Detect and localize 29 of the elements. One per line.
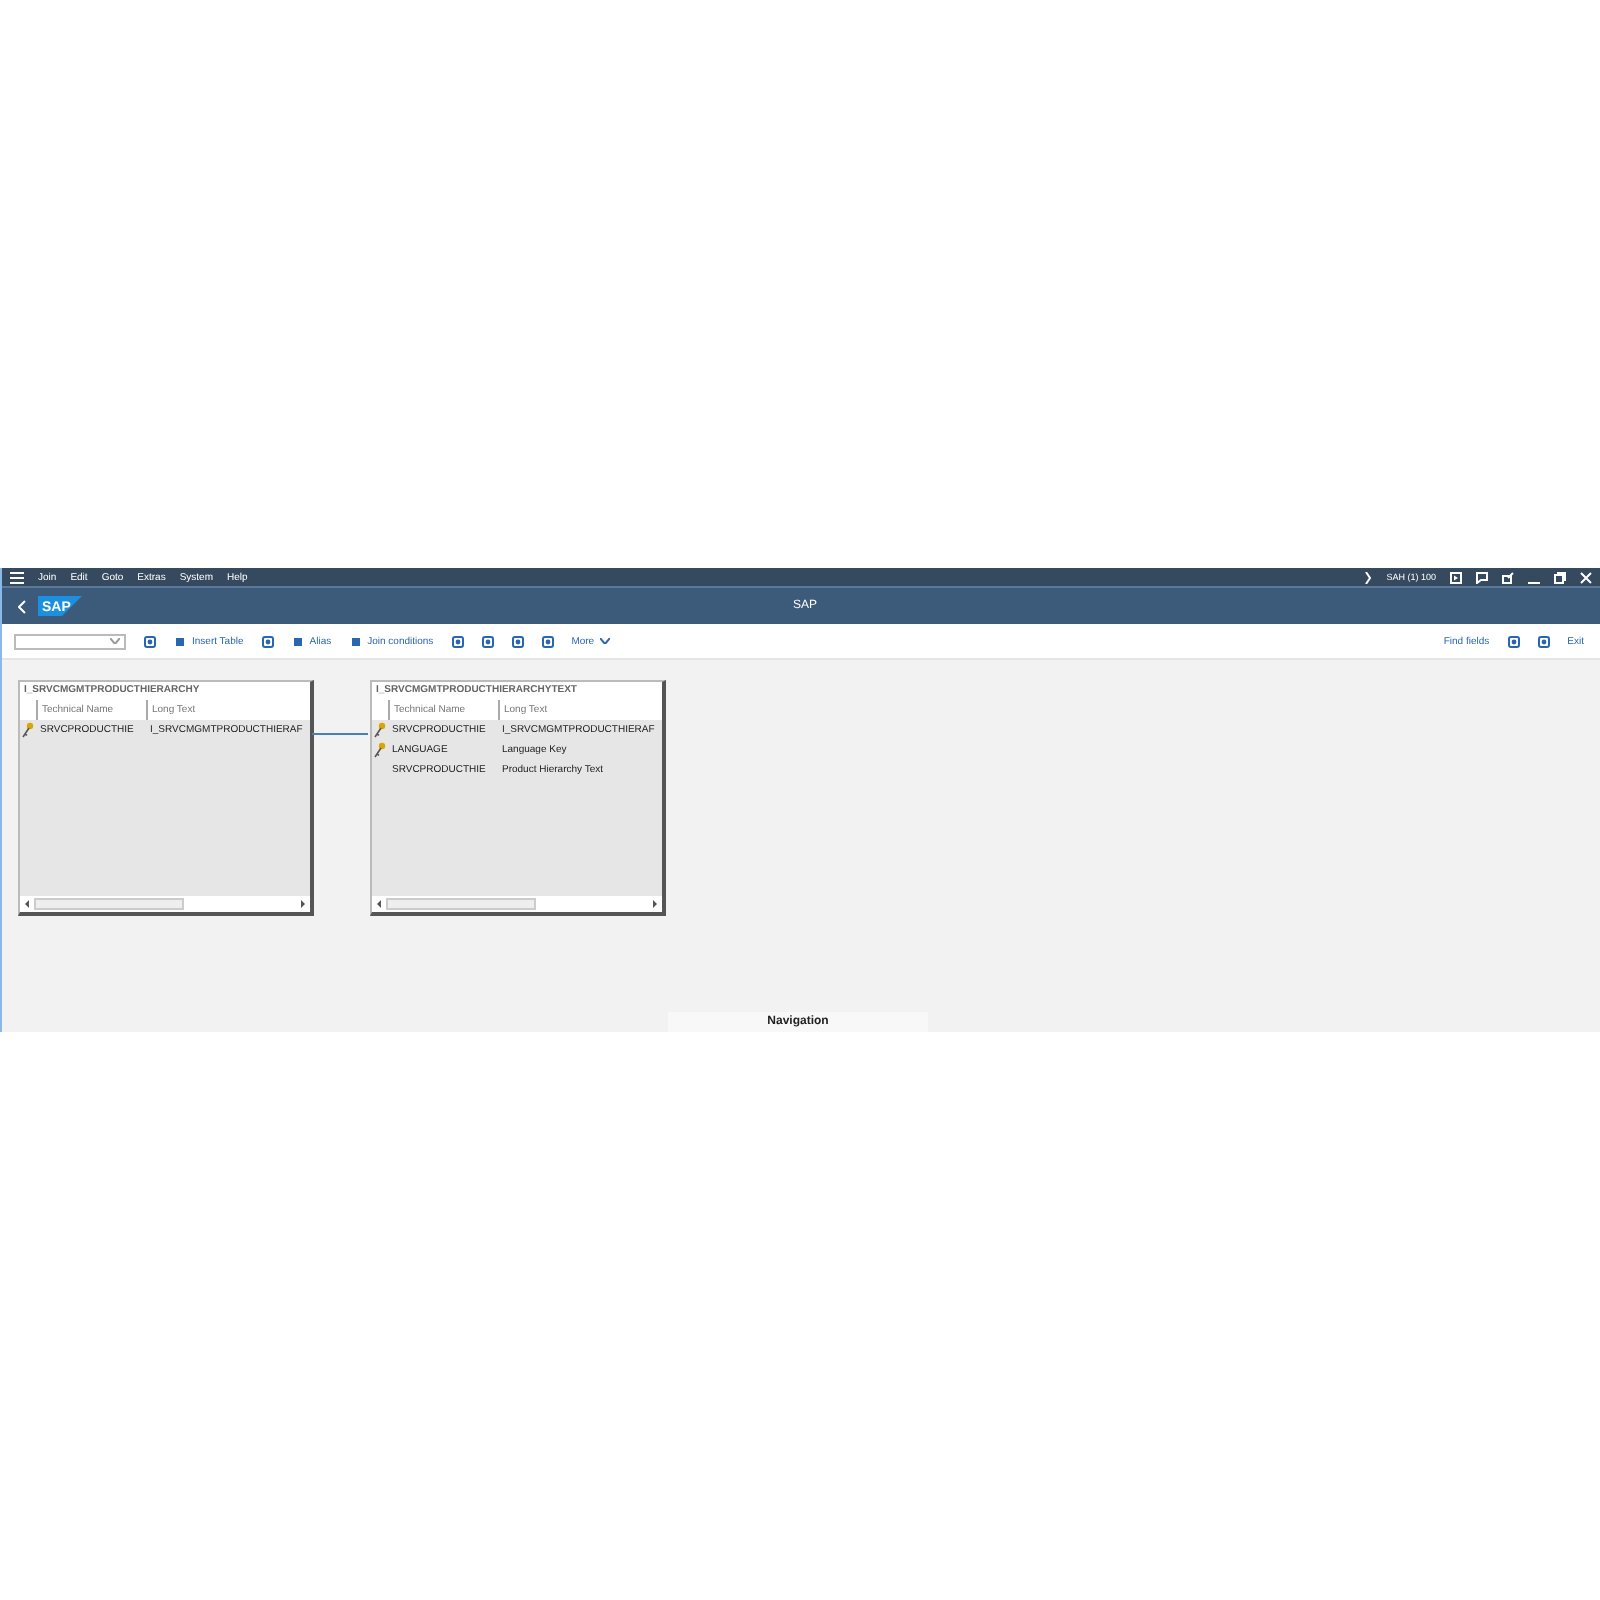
square-icon xyxy=(349,635,362,647)
chevron-down-icon xyxy=(600,638,611,644)
square-icon xyxy=(291,635,304,647)
menu-icon[interactable] xyxy=(10,571,24,583)
play-icon[interactable] xyxy=(1450,571,1462,583)
close-icon[interactable] xyxy=(1580,571,1592,583)
scroll-left-icon[interactable] xyxy=(376,900,382,908)
horizontal-scrollbar[interactable] xyxy=(372,896,662,912)
chevron-down-icon xyxy=(110,638,120,644)
toolbar-icon[interactable] xyxy=(1507,635,1520,647)
restore-icon[interactable] xyxy=(1554,571,1566,583)
scroll-right-icon[interactable] xyxy=(652,900,658,908)
toolbar-icon[interactable] xyxy=(451,635,464,647)
chevron-right-icon[interactable] xyxy=(1364,571,1373,583)
toolbar-icon[interactable] xyxy=(511,635,524,647)
toolbar-icon[interactable] xyxy=(541,635,554,647)
square-icon xyxy=(174,635,186,647)
dropdown-field[interactable] xyxy=(14,633,126,649)
scroll-right-icon[interactable] xyxy=(300,900,306,908)
toolbar-icon[interactable] xyxy=(261,635,274,647)
toolbar-icon[interactable] xyxy=(144,635,156,647)
horizontal-scrollbar[interactable] xyxy=(20,896,310,912)
back-icon[interactable] xyxy=(18,599,26,613)
join-line xyxy=(312,732,368,736)
chat-icon[interactable] xyxy=(1476,571,1488,583)
scroll-left-icon[interactable] xyxy=(24,900,30,908)
share-icon[interactable] xyxy=(1502,571,1514,583)
toolbar-icon[interactable] xyxy=(1537,635,1550,647)
toolbar-icon[interactable] xyxy=(481,635,494,647)
